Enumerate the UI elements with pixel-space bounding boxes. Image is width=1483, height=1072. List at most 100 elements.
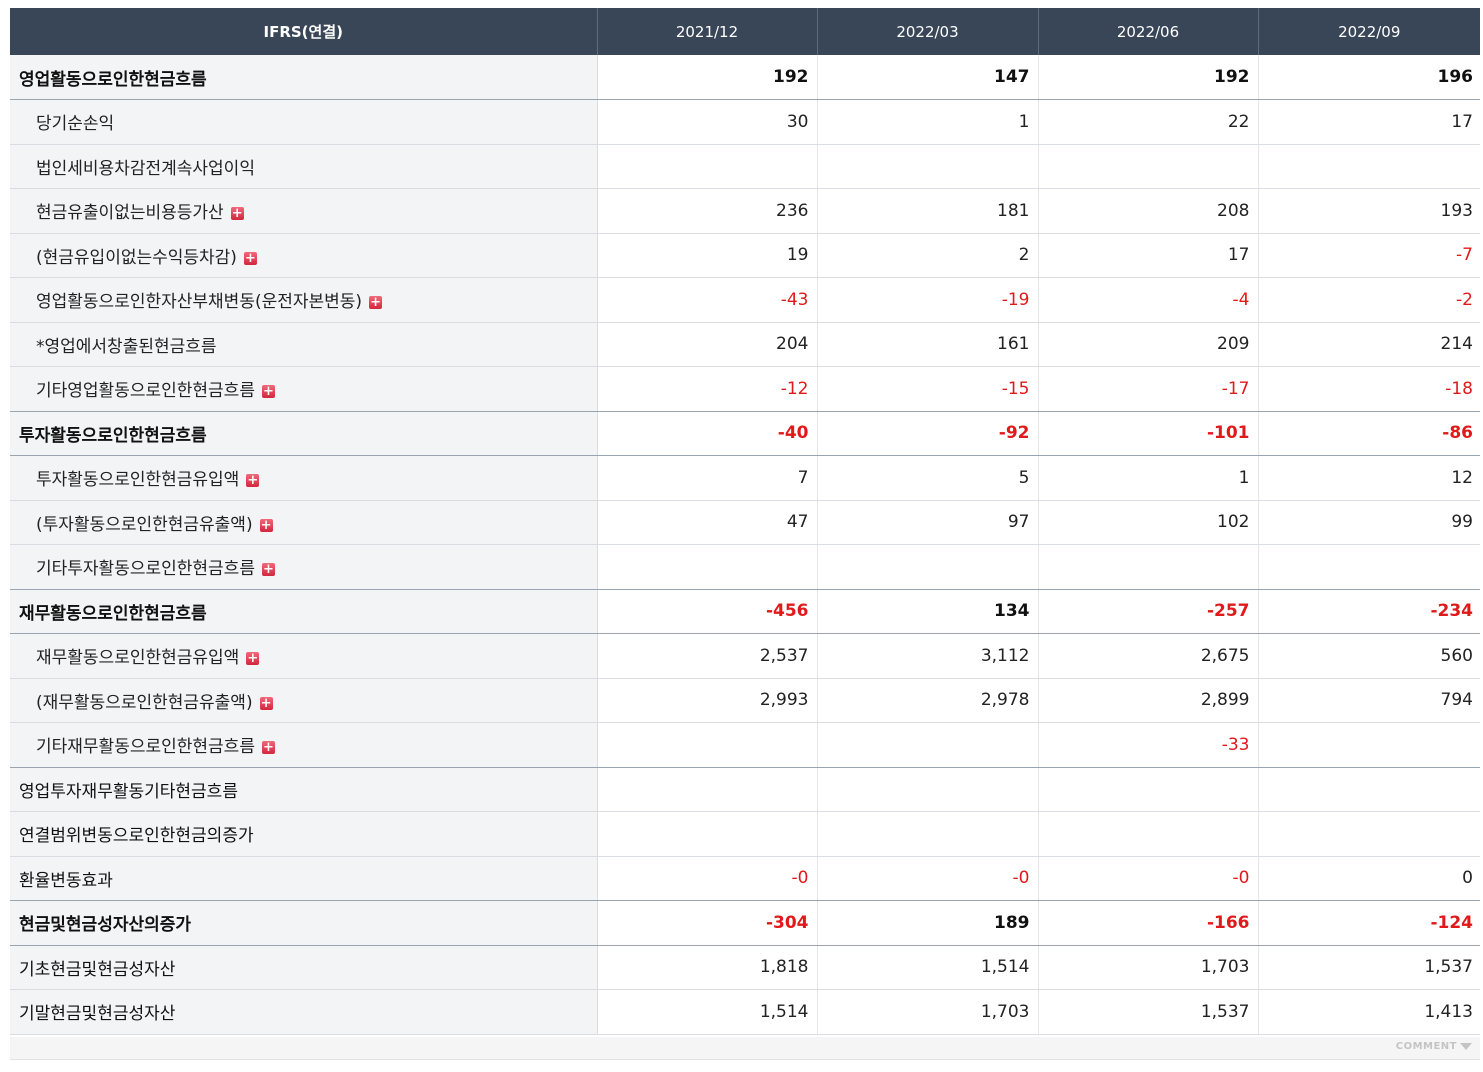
table-row: 연결범위변동으로인한현금의증가: [10, 811, 1480, 857]
table-row: (재무활동으로인한현금유출액) +2,993 2,978 2,899 794: [10, 678, 1480, 723]
row-label-cell[interactable]: (재무활동으로인한현금유출액) +: [10, 678, 598, 723]
row-label-cell[interactable]: 영업활동으로인한자산부채변동(운전자본변동) +: [10, 277, 598, 323]
table-header: IFRS(연결) 2021/12 2022/03 2022/06 2022/09: [10, 8, 1480, 55]
value-cell: 97: [817, 500, 1039, 545]
table-row: 기말현금및현금성자산 1,514 1,703 1,537 1,413: [10, 989, 1480, 1035]
value-cell: -86: [1258, 411, 1480, 456]
value-cell: [817, 767, 1039, 812]
row-label-cell: 기말현금및현금성자산: [10, 989, 598, 1035]
row-label-cell[interactable]: (투자활동으로인한현금유출액) +: [10, 500, 598, 545]
row-label: 영업활동으로인한현금흐름: [19, 69, 207, 90]
value-cell: 192: [1038, 55, 1259, 100]
value-cell: [1258, 811, 1480, 857]
value-cell: 47: [597, 500, 818, 545]
value-cell: 560: [1258, 633, 1480, 679]
expand-plus-icon[interactable]: +: [243, 251, 257, 265]
value-cell: 5: [817, 455, 1039, 501]
value-cell: 7: [597, 455, 818, 501]
header-period-2: 2022/03: [817, 8, 1039, 55]
value-cell: 236: [597, 188, 818, 234]
value-cell: 161: [817, 322, 1039, 367]
value-cell: -101: [1038, 411, 1259, 456]
value-cell: -0: [817, 856, 1039, 901]
value-cell: 181: [817, 188, 1039, 234]
value-cell: 1,514: [597, 989, 818, 1035]
row-label: *영업에서창출된현금흐름: [36, 336, 217, 357]
value-cell: 794: [1258, 678, 1480, 723]
comment-bar: COMMENT: [10, 1037, 1480, 1060]
value-cell: 1,537: [1038, 989, 1259, 1035]
row-label-cell: 영업활동으로인한현금흐름: [10, 55, 598, 100]
value-cell: [817, 144, 1039, 189]
value-cell: -0: [597, 856, 818, 901]
row-label: 투자활동으로인한현금유입액: [36, 470, 240, 491]
row-label: 현금유출이없는비용등가산: [36, 203, 224, 224]
value-cell: 1,818: [597, 945, 818, 990]
value-cell: -4: [1038, 277, 1259, 323]
value-cell: 192: [597, 55, 818, 100]
row-label: 기초현금및현금성자산: [19, 959, 176, 980]
value-cell: [597, 144, 818, 189]
row-label-cell: 환율변동효과: [10, 856, 598, 901]
value-cell: 30: [597, 99, 818, 145]
value-cell: [1038, 767, 1259, 812]
table-row: 재무활동으로인한현금유입액 +2,537 3,112 2,675 560: [10, 633, 1480, 679]
expand-plus-icon[interactable]: +: [246, 474, 260, 488]
table-row: 영업투자재무활동기타현금흐름: [10, 767, 1480, 812]
value-cell: 12: [1258, 455, 1480, 501]
expand-plus-icon[interactable]: +: [246, 652, 260, 666]
value-cell: 2,675: [1038, 633, 1259, 679]
value-cell: [597, 811, 818, 857]
row-label-cell: 현금및현금성자산의증가: [10, 900, 598, 946]
value-cell: 1,703: [817, 989, 1039, 1035]
expand-plus-icon[interactable]: +: [261, 741, 275, 755]
expand-plus-icon[interactable]: +: [261, 563, 275, 577]
row-label-cell[interactable]: 기타재무활동으로인한현금흐름 +: [10, 722, 598, 768]
triangle-down-icon: [1460, 1043, 1472, 1050]
row-label: 재무활동으로인한현금흐름: [19, 603, 207, 624]
table-row: 기타투자활동으로인한현금흐름 +: [10, 544, 1480, 590]
value-cell: 22: [1038, 99, 1259, 145]
value-cell: 134: [817, 589, 1039, 634]
table-row: 영업활동으로인한현금흐름 192 147 192 196: [10, 55, 1480, 100]
table-row: 영업활동으로인한자산부채변동(운전자본변동) + -43 -19 -4 -2: [10, 277, 1480, 323]
value-cell: [1258, 544, 1480, 590]
value-cell: -2: [1258, 277, 1480, 323]
row-label-cell[interactable]: 재무활동으로인한현금유입액 +: [10, 633, 598, 679]
value-cell: 2,993: [597, 678, 818, 723]
row-label-cell[interactable]: 현금유출이없는비용등가산 +: [10, 188, 598, 234]
cashflow-table-container: IFRS(연결) 2021/12 2022/03 2022/06 2022/09…: [10, 8, 1480, 1035]
row-label: (현금유입이없는수익등차감): [36, 247, 237, 268]
value-cell: -19: [817, 277, 1039, 323]
table-row: 당기순손익 30 1 22 17: [10, 99, 1480, 145]
table-row: 기타영업활동으로인한현금흐름 + -12 -15 -17 -18: [10, 366, 1480, 412]
row-label-cell[interactable]: (현금유입이없는수익등차감) +: [10, 233, 598, 278]
value-cell: 1,413: [1258, 989, 1480, 1035]
comment-label: COMMENT: [1395, 1041, 1457, 1052]
value-cell: -456: [597, 589, 818, 634]
value-cell: 19: [597, 233, 818, 278]
expand-plus-icon[interactable]: +: [259, 696, 273, 710]
value-cell: 196: [1258, 55, 1480, 100]
value-cell: -166: [1038, 900, 1259, 946]
row-label-cell[interactable]: 투자활동으로인한현금유입액 +: [10, 455, 598, 501]
value-cell: [1038, 544, 1259, 590]
table-row: 현금및현금성자산의증가 -304 189 -166 -124: [10, 900, 1480, 946]
expand-plus-icon[interactable]: +: [261, 385, 275, 399]
table-row: 투자활동으로인한현금흐름 -40 -92 -101 -86: [10, 411, 1480, 456]
expand-plus-icon[interactable]: +: [369, 296, 383, 310]
value-cell: 189: [817, 900, 1039, 946]
value-cell: 193: [1258, 188, 1480, 234]
row-label: 투자활동으로인한현금흐름: [19, 425, 207, 446]
value-cell: 2,978: [817, 678, 1039, 723]
expand-plus-icon[interactable]: +: [259, 518, 273, 532]
row-label: 현금및현금성자산의증가: [19, 915, 192, 936]
value-cell: 208: [1038, 188, 1259, 234]
table-row: 기타재무활동으로인한현금흐름 + -33: [10, 722, 1480, 768]
table-row: (투자활동으로인한현금유출액) +47 97 102 99: [10, 500, 1480, 545]
expand-plus-icon[interactable]: +: [230, 207, 244, 221]
row-label-cell[interactable]: 기타영업활동으로인한현금흐름 +: [10, 366, 598, 412]
comment-toggle-button[interactable]: COMMENT: [1396, 1041, 1472, 1052]
row-label-cell[interactable]: 기타투자활동으로인한현금흐름 +: [10, 544, 598, 590]
value-cell: -0: [1038, 856, 1259, 901]
